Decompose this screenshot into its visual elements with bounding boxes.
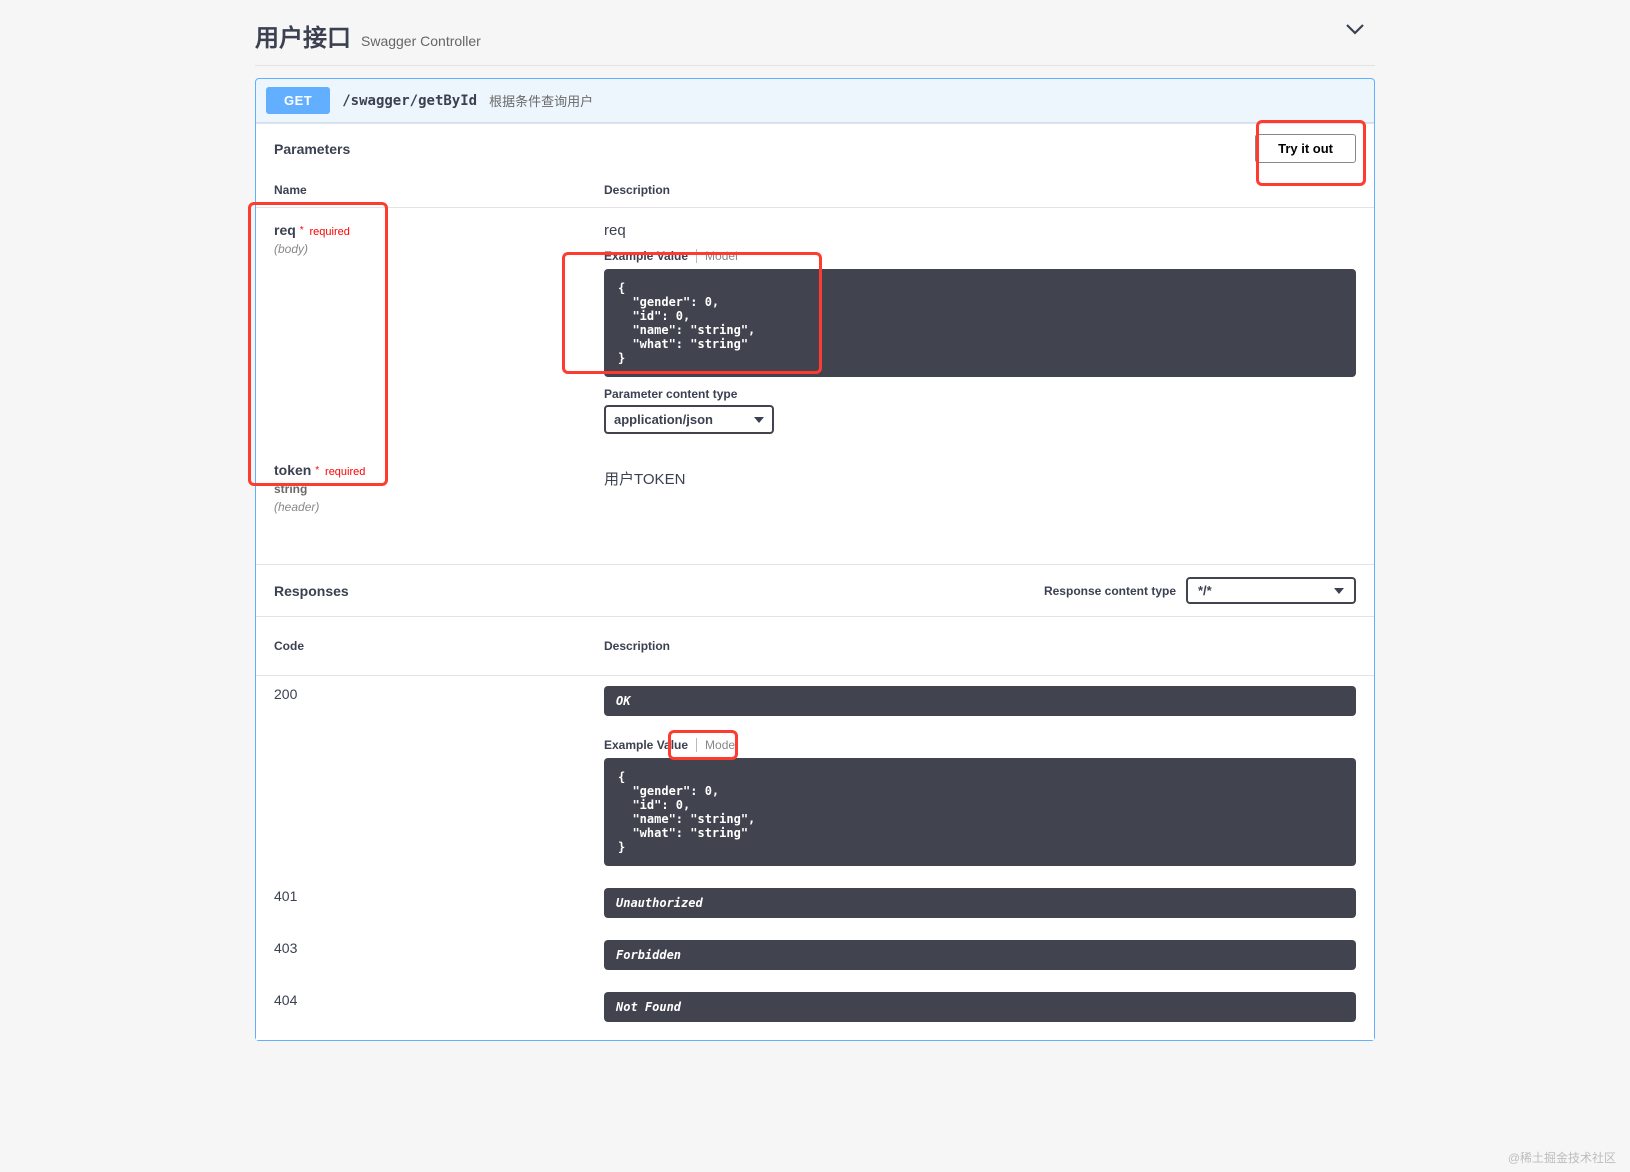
param-name: token: [274, 462, 311, 478]
section-title: 用户接口: [255, 18, 351, 53]
response-row-200: 200 OK Example ValueModel { "gender": 0,…: [256, 676, 1374, 878]
response-code: 401: [274, 888, 604, 918]
responses-title: Responses: [274, 583, 349, 599]
col-header-description: Description: [604, 183, 1356, 197]
chevron-down-icon: [1334, 588, 1344, 594]
response-example-block[interactable]: { "gender": 0, "id": 0, "name": "string"…: [604, 758, 1356, 866]
try-it-out-button[interactable]: Try it out: [1255, 134, 1356, 163]
operation-header[interactable]: GET /swagger/getById 根据条件查询用户: [256, 79, 1374, 123]
param-description: 用户TOKEN: [604, 468, 1356, 489]
tab-example-value[interactable]: Example Value: [604, 738, 697, 752]
response-description: Forbidden: [604, 940, 1356, 970]
param-in: (header): [274, 500, 604, 514]
param-description: req: [604, 222, 1356, 239]
response-code: 404: [274, 992, 604, 1022]
response-content-type-select[interactable]: */*: [1186, 577, 1356, 604]
param-content-type-select[interactable]: application/json: [604, 405, 774, 434]
param-content-type-value: application/json: [614, 412, 713, 427]
operation-path: /swagger/getById: [342, 93, 477, 109]
response-code: 200: [274, 686, 604, 866]
section-subtitle: Swagger Controller: [361, 33, 481, 49]
param-row-token: token * required string (header) 用户TOKEN: [256, 454, 1374, 564]
param-name: req: [274, 222, 296, 238]
col-header-description: Description: [604, 639, 1356, 653]
required-star-icon: *: [300, 225, 304, 236]
response-description: Not Found: [604, 992, 1356, 1022]
tab-model[interactable]: Model: [697, 249, 738, 263]
required-star-icon: *: [315, 465, 319, 476]
watermark: @稀土掘金技术社区: [1508, 1149, 1616, 1166]
col-header-code: Code: [274, 639, 604, 653]
operation-summary: 根据条件查询用户: [489, 91, 593, 110]
tab-example-value[interactable]: Example Value: [604, 249, 697, 263]
param-row-req: req * required (body) req Example ValueM…: [256, 208, 1374, 454]
response-code: 403: [274, 940, 604, 970]
param-in: (body): [274, 242, 604, 256]
required-label: required: [309, 226, 349, 238]
example-code-block[interactable]: { "gender": 0, "id": 0, "name": "string"…: [604, 269, 1356, 377]
response-row-401: 401 Unauthorized: [256, 878, 1374, 930]
operation-block: GET /swagger/getById 根据条件查询用户 Parameters…: [255, 78, 1375, 1041]
response-content-type-label: Response content type: [1044, 584, 1176, 598]
response-content-type-value: */*: [1198, 583, 1212, 598]
param-type: string: [274, 482, 604, 496]
section-header[interactable]: 用户接口 Swagger Controller: [255, 0, 1375, 66]
required-label: required: [325, 466, 365, 478]
col-header-name: Name: [274, 183, 604, 197]
tab-model[interactable]: Model: [697, 738, 738, 752]
http-method-badge: GET: [266, 87, 330, 114]
param-content-type-label: Parameter content type: [604, 387, 1356, 401]
response-row-404: 404 Not Found: [256, 982, 1374, 1040]
chevron-down-icon: [754, 417, 764, 423]
parameters-title: Parameters: [274, 141, 350, 157]
response-description: Unauthorized: [604, 888, 1356, 918]
response-row-403: 403 Forbidden: [256, 930, 1374, 982]
chevron-down-icon[interactable]: [1345, 22, 1365, 36]
response-description: OK: [604, 686, 1356, 716]
